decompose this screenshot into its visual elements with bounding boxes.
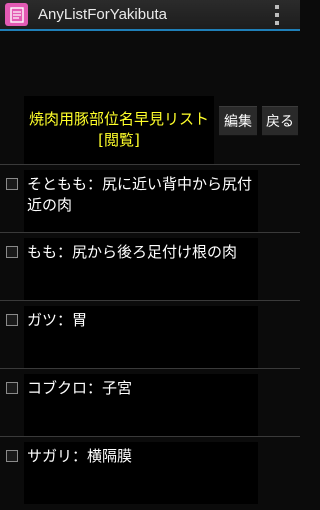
item-text: そともも：尻に近い背中から尻付近の肉 (24, 170, 258, 232)
divider (0, 368, 300, 369)
item-checkbox[interactable] (6, 246, 18, 258)
divider (0, 232, 300, 233)
action-bar-divider (0, 29, 300, 31)
list-item: もも：尻から後ろ足付け根の肉 (0, 238, 300, 306)
app-icon[interactable] (5, 3, 28, 26)
app-title: AnyListForYakibuta (38, 6, 167, 23)
item-text: サガリ：横隔膜 (24, 442, 258, 504)
divider (0, 164, 300, 165)
item-text: もも：尻から後ろ足付け根の肉 (24, 238, 258, 300)
item-checkbox[interactable] (6, 314, 18, 326)
item-text: コブクロ：子宮 (24, 374, 258, 436)
divider (0, 300, 300, 301)
edit-button[interactable]: 編集 (219, 106, 257, 136)
back-button[interactable]: 戻る (262, 106, 298, 136)
list-item: ガツ：胃 (0, 306, 300, 374)
list-item: サガリ：横隔膜 (0, 442, 300, 510)
list-title: 焼肉用豚部位名早見リスト[閲覧] (24, 96, 214, 164)
item-checkbox[interactable] (6, 382, 18, 394)
app-logo-icon (9, 6, 24, 23)
action-bar: AnyListForYakibuta (0, 0, 300, 31)
divider (0, 436, 300, 437)
item-text: ガツ：胃 (24, 306, 258, 368)
overflow-menu-icon[interactable] (272, 5, 282, 25)
list-item: そともも：尻に近い背中から尻付近の肉 (0, 170, 300, 238)
item-checkbox[interactable] (6, 450, 18, 462)
item-checkbox[interactable] (6, 178, 18, 190)
list-header: 焼肉用豚部位名早見リスト[閲覧] 編集 戻る (0, 96, 300, 164)
list-item: コブクロ：子宮 (0, 374, 300, 442)
